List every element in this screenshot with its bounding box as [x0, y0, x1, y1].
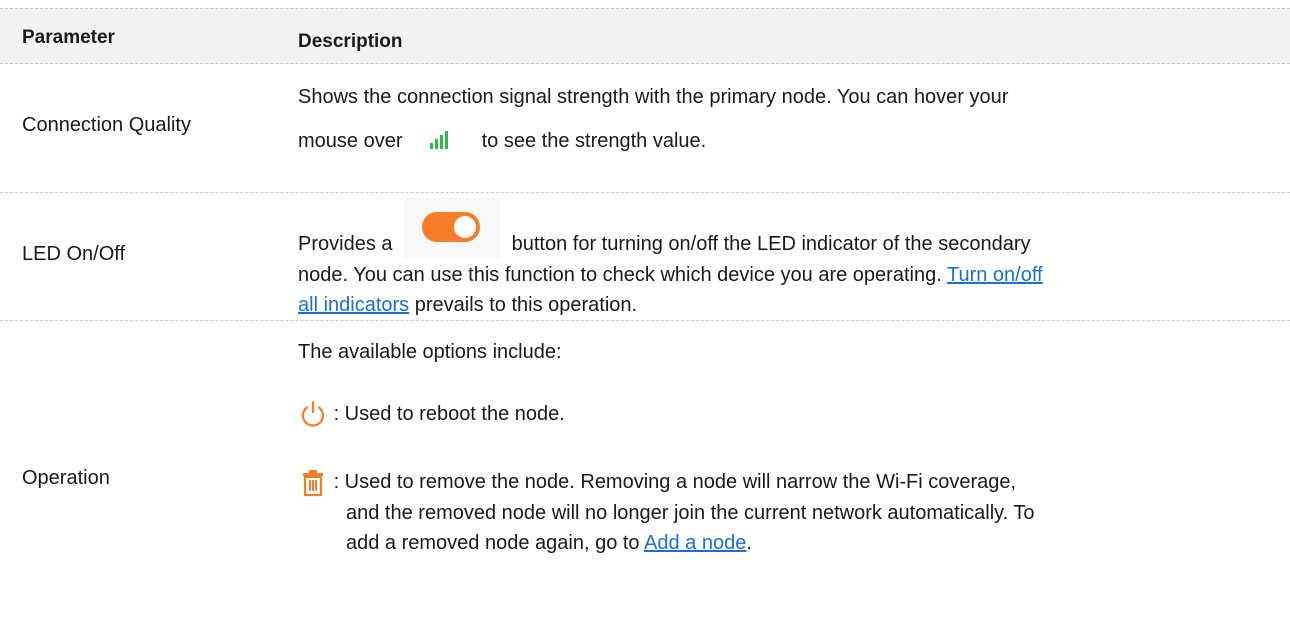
toggle-switch-icon — [404, 197, 501, 260]
remove-text: add a removed node again, go to — [346, 531, 640, 554]
operation-intro: The available options include: — [298, 341, 562, 363]
remove-text: : Used to remove the node. Removing a no… — [333, 471, 1017, 493]
table-row-led: LED On/Off Provides a button for turning… — [0, 193, 1290, 321]
param-connection-quality: Connection Quality — [22, 114, 191, 136]
table-row-operation: Operation The available options include:… — [0, 321, 1290, 625]
desc-line: add a removed node again, go to Add a no… — [298, 528, 1278, 558]
header-description: Description — [298, 31, 403, 52]
add-a-node-link[interactable]: Add a node — [644, 532, 746, 554]
desc-text: prevails to this operation. — [414, 293, 638, 316]
operation-remove: : Used to remove the node. Removing a no… — [298, 467, 1278, 558]
desc-led: Provides a button for turning on/off the… — [298, 197, 1278, 320]
desc-connection-quality: Shows the connection signal strength wit… — [298, 82, 1278, 157]
header-parameter: Parameter — [22, 27, 115, 48]
desc-text: button for turning on/off the LED indica… — [511, 233, 1031, 255]
operation-reboot: : Used to reboot the node. — [298, 399, 1278, 430]
trash-icon — [298, 468, 328, 498]
param-operation: Operation — [22, 467, 110, 489]
param-led: LED On/Off — [22, 243, 126, 265]
table-header: Parameter Description — [0, 8, 1290, 64]
power-icon — [298, 400, 328, 430]
table-row-connection-quality: Connection Quality Shows the connection … — [0, 64, 1290, 193]
desc-line: node. You can use this function to check… — [298, 260, 1278, 290]
desc-text: Shows the connection signal strength wit… — [298, 86, 1009, 108]
desc-line: : Used to remove the node. Removing a no… — [298, 467, 1278, 498]
reboot-text: : Used to reboot the node. — [333, 403, 565, 425]
remove-text-end: . — [746, 531, 752, 554]
remove-text-line2: and the removed node will no longer join… — [346, 501, 1035, 524]
desc-line: all indicators prevails to this operatio… — [298, 290, 1278, 320]
parameter-table: Parameter Description Connection Quality… — [0, 8, 1290, 625]
desc-text: mouse over — [298, 130, 403, 152]
desc-text: node. You can use this function to check… — [298, 263, 942, 286]
desc-text: Provides a — [298, 233, 393, 255]
turn-on-off-indicators-link[interactable]: Turn on/off — [947, 264, 1043, 286]
desc-operation: The available options include: : Used to… — [298, 337, 1278, 627]
signal-bars-icon — [412, 127, 472, 157]
desc-text: to see the strength value. — [481, 130, 707, 152]
desc-line: Provides a button for turning on/off the… — [298, 197, 1278, 260]
turn-on-off-indicators-link-cont[interactable]: all indicators — [298, 294, 409, 316]
desc-line: mouse over to see the strength value. — [298, 126, 1278, 157]
